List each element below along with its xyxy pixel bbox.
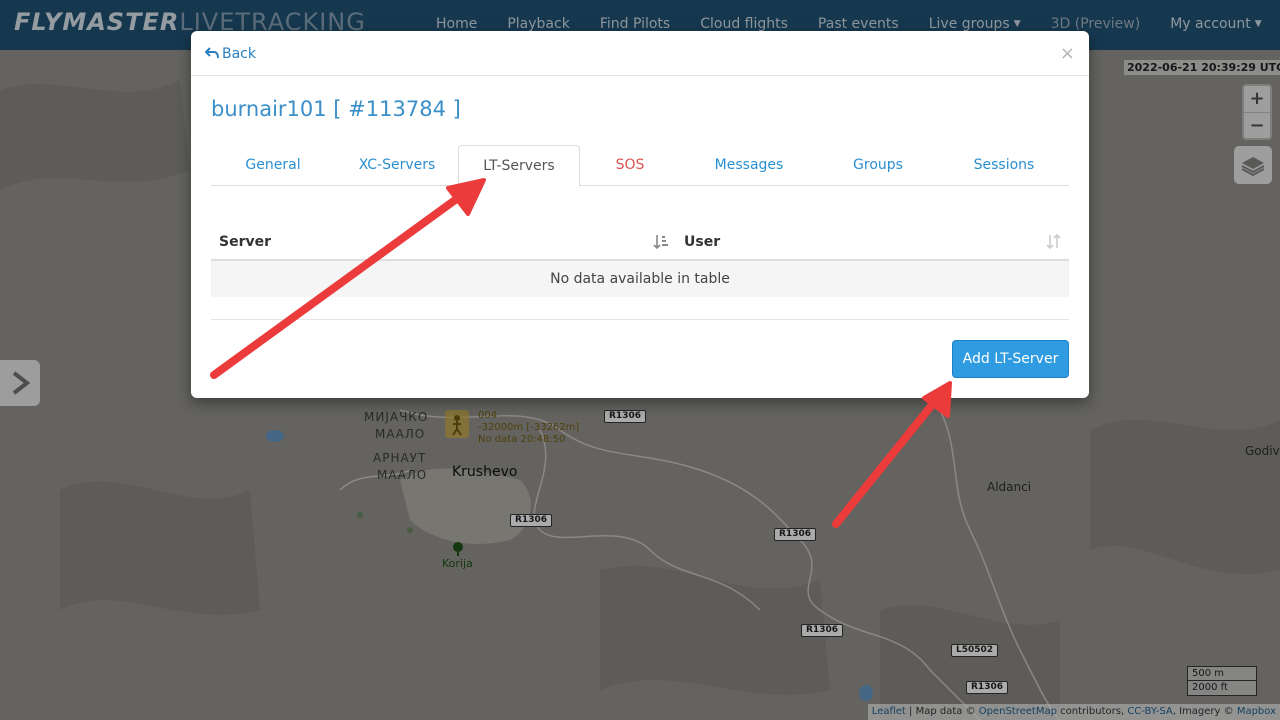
back-button[interactable]: Back [204, 46, 256, 62]
tab-lt-servers[interactable]: LT-Servers [458, 145, 580, 187]
modal-title: burnair101 [ #113784 ] [211, 97, 461, 121]
column-header-server[interactable]: Server [219, 228, 271, 259]
tab-general[interactable]: General [219, 145, 327, 186]
tab-groups[interactable]: Groups [823, 145, 933, 186]
tab-sos[interactable]: SOS [589, 145, 671, 186]
column-header-user[interactable]: User [684, 228, 720, 259]
tab-xc-servers[interactable]: XC-Servers [337, 145, 457, 186]
back-button-label: Back [222, 46, 256, 62]
sort-both-icon[interactable] [1046, 234, 1062, 250]
tab-messages[interactable]: Messages [689, 145, 809, 186]
lt-servers-table: Server User No data available in table [211, 228, 1069, 297]
close-icon[interactable]: × [1060, 43, 1075, 64]
modal-header: Back × [191, 31, 1089, 76]
table-header: Server User [211, 228, 1069, 261]
empty-table-message: No data available in table [211, 261, 1069, 297]
sort-ascending-icon[interactable] [653, 234, 669, 250]
reply-arrow-icon [204, 47, 219, 59]
modal-divider [211, 319, 1069, 320]
add-lt-server-button[interactable]: Add LT-Server [952, 340, 1069, 378]
modal-tabs: General XC-Servers LT-Servers SOS Messag… [211, 145, 1069, 187]
pilot-settings-modal: Back × burnair101 [ #113784 ] General XC… [191, 31, 1089, 398]
tab-sessions[interactable]: Sessions [947, 145, 1061, 186]
